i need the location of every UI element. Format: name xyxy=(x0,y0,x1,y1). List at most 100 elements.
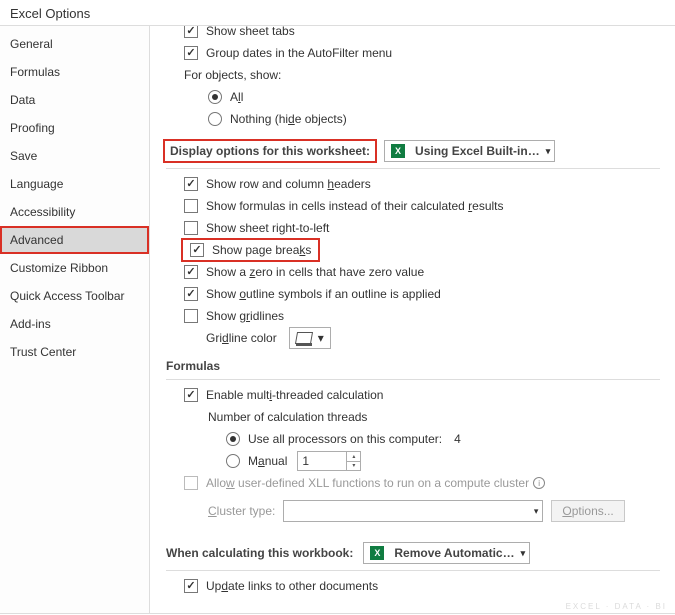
label-objects-all: All xyxy=(230,90,243,104)
checkbox-show-outline[interactable] xyxy=(184,287,198,301)
checkbox-enable-mt[interactable] xyxy=(184,388,198,402)
sidebar-item-addins[interactable]: Add-ins xyxy=(0,310,149,338)
row-threads-label: Number of calculation threads xyxy=(166,406,675,428)
label-all-processors: Use all processors on this computer: xyxy=(248,432,442,446)
sidebar-item-general[interactable]: General xyxy=(0,30,149,58)
quantity-stepper[interactable]: ▴▾ xyxy=(347,451,361,471)
row-show-headers: Show row and column headers xyxy=(166,173,675,195)
watermark: EXCEL · DATA · BI xyxy=(566,602,667,611)
row-show-formulas: Show formulas in cells instead of their … xyxy=(166,195,675,217)
section-display-worksheet: Display options for this worksheet: X Us… xyxy=(166,130,675,168)
chevron-down-icon: ▾ xyxy=(546,146,551,157)
checkbox-show-formulas[interactable] xyxy=(184,199,198,213)
info-icon[interactable]: i xyxy=(533,477,545,489)
worksheet-dropdown-value: Using Excel Built-in… xyxy=(415,144,540,158)
gridline-color-picker[interactable]: ▾ xyxy=(289,327,331,349)
label-objects-nothing: Nothing (hide objects) xyxy=(230,112,347,126)
chevron-down-icon: ▾ xyxy=(521,548,526,559)
row-show-page-breaks: Show page breaks xyxy=(166,239,675,261)
excel-icon: X xyxy=(391,144,405,158)
radio-objects-nothing[interactable] xyxy=(208,112,222,126)
label-gridline-color: Gridline color xyxy=(206,331,277,345)
manual-threads-input[interactable]: 1 xyxy=(297,451,347,471)
advanced-options-panel: Show sheet tabs Group dates in the AutoF… xyxy=(150,26,675,613)
checkbox-allow-xll xyxy=(184,476,198,490)
divider xyxy=(166,168,660,169)
worksheet-dropdown[interactable]: X Using Excel Built-in… ▾ xyxy=(384,140,555,162)
checkbox-show-gridlines[interactable] xyxy=(184,309,198,323)
label-show-page-breaks: Show page breaks xyxy=(212,243,311,257)
row-opt-nothing: Nothing (hide objects) xyxy=(166,108,675,130)
row-opt-all: All xyxy=(166,86,675,108)
checkbox-show-sheet-tabs[interactable] xyxy=(184,26,198,38)
value-processor-count: 4 xyxy=(454,432,461,446)
row-for-objects: For objects, show: xyxy=(166,64,675,86)
label-show-formulas: Show formulas in cells instead of their … xyxy=(206,199,504,213)
checkbox-show-headers[interactable] xyxy=(184,177,198,191)
sidebar-item-language[interactable]: Language xyxy=(0,170,149,198)
label-update-links: Update links to other documents xyxy=(206,579,378,593)
bucket-icon xyxy=(296,332,312,344)
highlight-show-page-breaks: Show page breaks xyxy=(184,241,317,259)
row-show-gridlines: Show gridlines xyxy=(166,305,675,327)
workbook-dropdown[interactable]: X Remove Automatic… ▾ xyxy=(363,542,530,564)
main-container: General Formulas Data Proofing Save Lang… xyxy=(0,25,675,614)
sidebar-item-accessibility[interactable]: Accessibility xyxy=(0,198,149,226)
cluster-options-button: Options... xyxy=(551,500,624,522)
label-show-gridlines: Show gridlines xyxy=(206,309,284,323)
divider xyxy=(166,379,660,380)
chevron-down-icon: ▾ xyxy=(318,331,324,345)
label-allow-xll: Allow user-defined XLL functions to run … xyxy=(206,476,529,490)
checkbox-update-links[interactable] xyxy=(184,579,198,593)
radio-all-processors[interactable] xyxy=(226,432,240,446)
sidebar-item-customize-ribbon[interactable]: Customize Ribbon xyxy=(0,254,149,282)
heading-display-worksheet: Display options for this worksheet: xyxy=(166,142,374,160)
window-title: Excel Options xyxy=(0,0,675,25)
label-show-zero: Show a zero in cells that have zero valu… xyxy=(206,265,424,279)
heading-calc-workbook: When calculating this workbook: xyxy=(166,546,353,560)
label-enable-mt: Enable multi-threaded calculation xyxy=(206,388,383,402)
label-show-headers: Show row and column headers xyxy=(206,177,371,191)
checkbox-show-page-breaks[interactable] xyxy=(190,243,204,257)
checkbox-group-dates[interactable] xyxy=(184,46,198,60)
spin-up-icon: ▴ xyxy=(347,452,360,462)
label-group-dates: Group dates in the AutoFilter menu xyxy=(206,46,392,60)
radio-objects-all[interactable] xyxy=(208,90,222,104)
row-gridline-color: Gridline color ▾ xyxy=(166,327,675,349)
row-show-rtl: Show sheet right-to-left xyxy=(166,217,675,239)
label-for-objects: For objects, show: xyxy=(184,68,281,82)
row-show-zero: Show a zero in cells that have zero valu… xyxy=(166,261,675,283)
label-show-outline: Show outline symbols if an outline is ap… xyxy=(206,287,441,301)
row-cluster-type: Cluster type: ▾ Options... xyxy=(166,500,675,522)
workbook-dropdown-value: Remove Automatic… xyxy=(394,546,514,560)
row-enable-mt: Enable multi-threaded calculation xyxy=(166,384,675,406)
radio-manual-threads[interactable] xyxy=(226,454,240,468)
sidebar-item-save[interactable]: Save xyxy=(0,142,149,170)
row-group-dates: Group dates in the AutoFilter menu xyxy=(166,42,675,64)
sidebar-item-formulas[interactable]: Formulas xyxy=(0,58,149,86)
heading-formulas: Formulas xyxy=(166,359,220,373)
label-cluster-type: Cluster type: xyxy=(208,504,275,518)
checkbox-show-zero[interactable] xyxy=(184,265,198,279)
section-formulas: Formulas xyxy=(166,349,675,379)
label-manual-threads: Manual xyxy=(248,454,287,468)
divider xyxy=(166,570,660,571)
cluster-type-dropdown: ▾ xyxy=(283,500,543,522)
sidebar-item-trust-center[interactable]: Trust Center xyxy=(0,338,149,366)
label-threads: Number of calculation threads xyxy=(208,410,367,424)
row-show-outline: Show outline symbols if an outline is ap… xyxy=(166,283,675,305)
spin-down-icon: ▾ xyxy=(347,462,360,471)
chevron-down-icon: ▾ xyxy=(534,506,539,517)
checkbox-show-rtl[interactable] xyxy=(184,221,198,235)
excel-icon: X xyxy=(370,546,384,560)
sidebar-item-advanced[interactable]: Advanced xyxy=(0,226,149,254)
sidebar-item-proofing[interactable]: Proofing xyxy=(0,114,149,142)
options-sidebar: General Formulas Data Proofing Save Lang… xyxy=(0,26,150,613)
row-show-sheet-tabs: Show sheet tabs xyxy=(166,26,675,42)
sidebar-item-data[interactable]: Data xyxy=(0,86,149,114)
row-all-processors: Use all processors on this computer: 4 xyxy=(166,428,675,450)
row-update-links: Update links to other documents xyxy=(166,575,675,597)
row-manual-threads: Manual 1 ▴▾ xyxy=(166,450,675,472)
row-allow-xll: Allow user-defined XLL functions to run … xyxy=(166,472,675,494)
sidebar-item-qat[interactable]: Quick Access Toolbar xyxy=(0,282,149,310)
